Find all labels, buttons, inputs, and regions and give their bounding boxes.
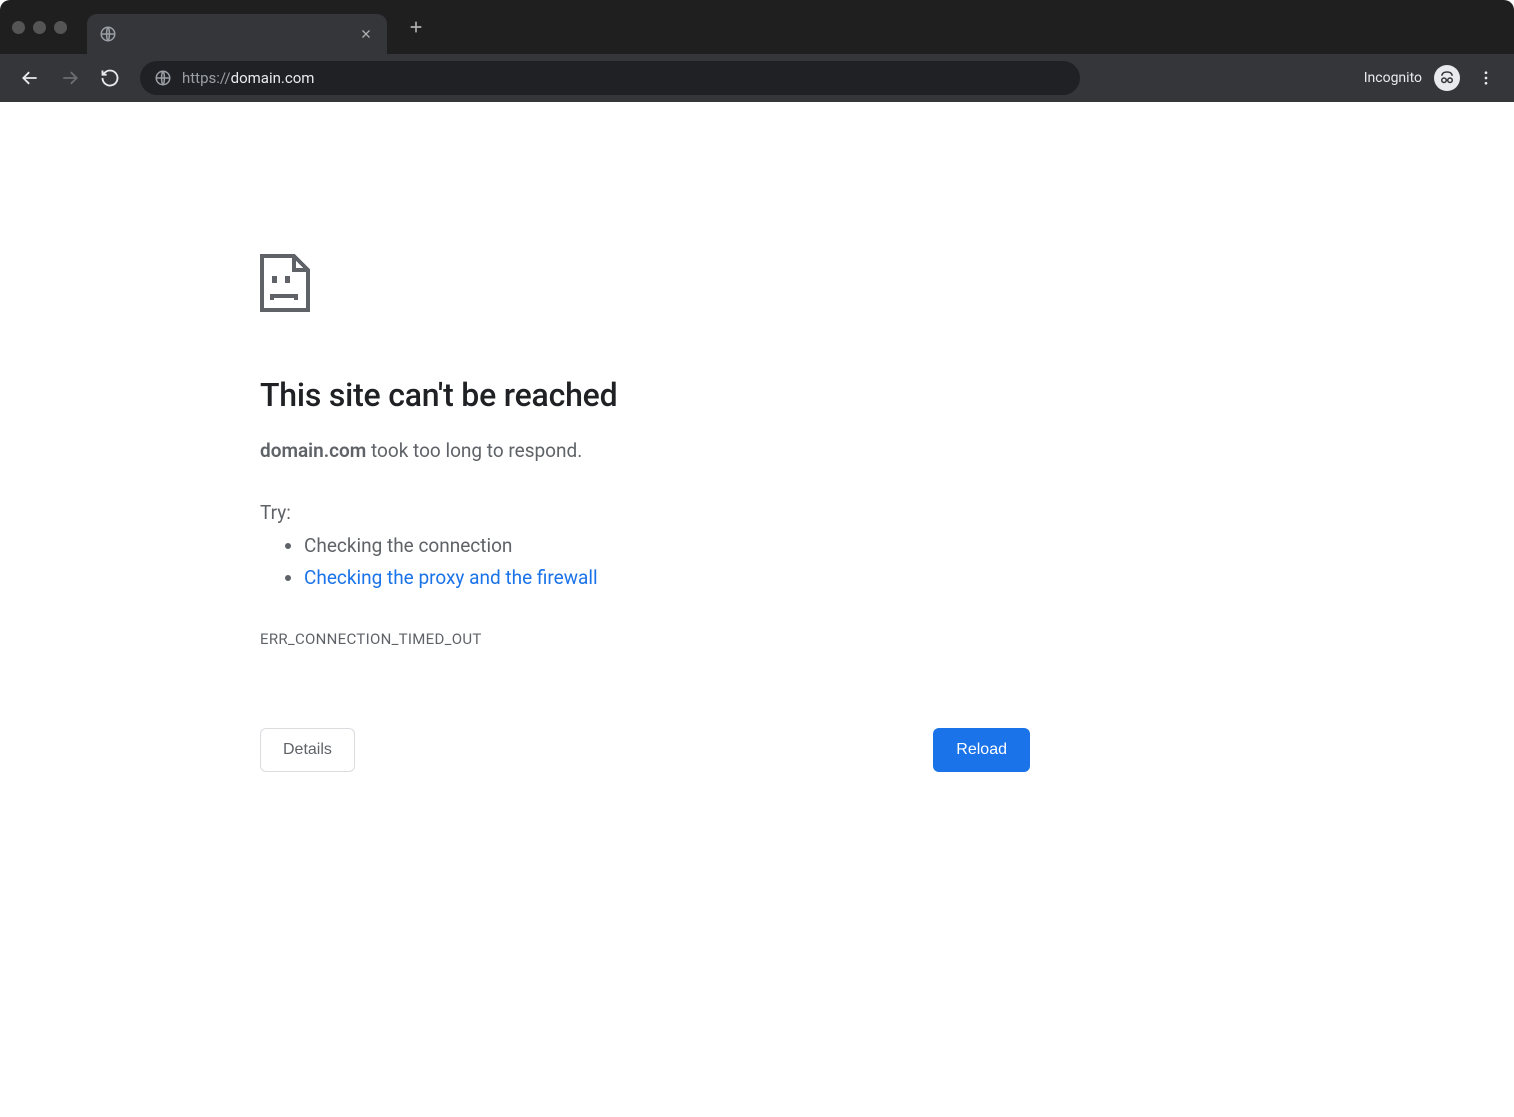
globe-icon: [154, 69, 172, 87]
browser-window: https://domain.com Incognito: [0, 0, 1514, 1117]
suggestion-list: Checking the connection Checking the pro…: [260, 530, 1030, 595]
suggestion-check-proxy-link[interactable]: Checking the proxy and the firewall: [304, 566, 598, 589]
toolbar: https://domain.com Incognito: [0, 54, 1514, 102]
window-controls: [12, 21, 67, 34]
try-label: Try:: [260, 501, 1030, 524]
error-page: This site can't be reached domain.com to…: [260, 254, 1030, 772]
globe-icon: [99, 25, 117, 43]
button-row: Details Reload: [260, 728, 1030, 772]
page-viewport: This site can't be reached domain.com to…: [0, 102, 1514, 1117]
error-message: domain.com took too long to respond.: [260, 438, 1030, 465]
error-title: This site can't be reached: [260, 376, 1030, 414]
sad-page-icon: [260, 254, 1030, 316]
browser-tab[interactable]: [87, 14, 387, 54]
new-tab-button[interactable]: [401, 12, 431, 42]
suggestion-item: Checking the connection: [304, 530, 1030, 562]
close-tab-icon[interactable]: [357, 25, 375, 43]
toolbar-right: Incognito: [1364, 62, 1502, 94]
window-maximize-icon[interactable]: [54, 21, 67, 34]
error-code: ERR_CONNECTION_TIMED_OUT: [260, 630, 1030, 648]
tab-strip: [0, 0, 1514, 54]
url-scheme: https://: [182, 69, 231, 87]
suggestion-check-connection: Checking the connection: [304, 534, 512, 557]
suggestion-item: Checking the proxy and the firewall: [304, 562, 1030, 594]
back-button[interactable]: [12, 60, 48, 96]
forward-button[interactable]: [52, 60, 88, 96]
menu-button[interactable]: [1470, 62, 1502, 94]
incognito-label: Incognito: [1364, 70, 1422, 86]
reload-page-button[interactable]: Reload: [933, 728, 1030, 772]
error-host: domain.com: [260, 439, 366, 462]
url-host: domain.com: [231, 69, 315, 87]
details-button[interactable]: Details: [260, 728, 355, 772]
url-text: https://domain.com: [182, 69, 314, 87]
incognito-icon[interactable]: [1434, 65, 1460, 91]
window-close-icon[interactable]: [12, 21, 25, 34]
address-bar[interactable]: https://domain.com: [140, 61, 1080, 95]
window-minimize-icon[interactable]: [33, 21, 46, 34]
reload-button[interactable]: [92, 60, 128, 96]
error-message-rest: took too long to respond.: [366, 439, 582, 462]
